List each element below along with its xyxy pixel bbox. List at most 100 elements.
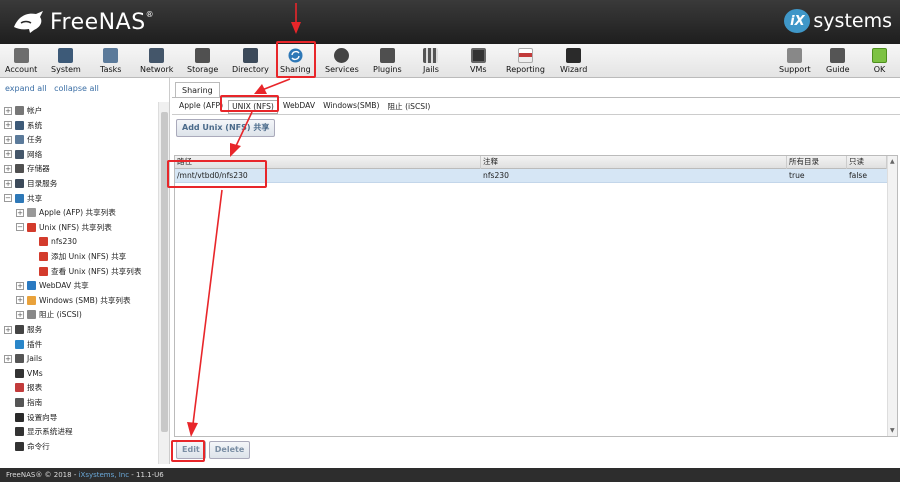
scroll-up-icon[interactable]: ▲	[890, 158, 895, 165]
tree-item-label: 服务	[27, 325, 43, 334]
tree-item[interactable]: + 任务	[4, 133, 42, 146]
tree-expander-icon[interactable]: +	[16, 208, 24, 217]
tab-sharing[interactable]: Sharing	[175, 82, 220, 98]
tree-item[interactable]: + 目录服务	[4, 177, 57, 190]
plugins-icon	[379, 48, 395, 63]
tree-item-label: WebDAV 共享	[39, 281, 89, 291]
tree-item-label: 指南	[27, 398, 43, 407]
toolbar-tasks[interactable]: Tasks	[100, 46, 121, 76]
shell-icon	[15, 441, 24, 451]
toolbar-jails[interactable]: Jails	[423, 46, 439, 76]
tree-item[interactable]: + 存储器	[4, 162, 50, 175]
directory-icon	[15, 179, 24, 188]
tree-item-label: Unix (NFS) 共享列表	[39, 222, 112, 232]
tree-item-label: VMs	[27, 368, 43, 378]
tree-item[interactable]: + WebDAV 共享	[16, 279, 89, 292]
toolbar-account[interactable]: Account	[5, 46, 37, 76]
collapse-all-link[interactable]: collapse all	[54, 84, 99, 93]
subtab-afp[interactable]: Apple (AFP)	[176, 100, 226, 114]
column-header-comment[interactable]: 注释	[481, 156, 787, 169]
toolbar-reporting[interactable]: Reporting	[506, 46, 545, 76]
tree-item[interactable]: + Windows (SMB) 共享列表	[16, 294, 131, 307]
tree-item[interactable]: 报表	[4, 381, 42, 394]
scroll-down-icon[interactable]: ▼	[890, 427, 895, 434]
vms-icon	[470, 48, 486, 63]
tree-item[interactable]: − 共享	[4, 192, 42, 205]
toolbar-guide[interactable]: Guide	[826, 46, 850, 76]
toolbar-services[interactable]: Services	[325, 46, 359, 76]
tree-item[interactable]: + 阻止 (iSCSI)	[16, 308, 82, 321]
subtab-smb[interactable]: Windows(SMB)	[320, 100, 382, 114]
tree-expander-icon[interactable]: +	[16, 281, 24, 290]
tree-item[interactable]: 指南	[4, 396, 42, 409]
guide-icon	[830, 48, 846, 63]
tree-item[interactable]: 显示系统进程	[4, 425, 73, 438]
tree-item[interactable]: 插件	[4, 338, 42, 351]
column-header-readonly[interactable]: 只读	[847, 156, 887, 169]
delete-button[interactable]: Delete	[208, 441, 251, 459]
tree-item[interactable]: + 服务	[4, 323, 42, 336]
toolbar-support[interactable]: Support	[779, 46, 811, 76]
tree-expander-icon[interactable]: +	[4, 121, 12, 130]
tree-item[interactable]: 查看 Unix (NFS) 共享列表	[28, 265, 141, 278]
tree-expander-icon[interactable]: +	[4, 106, 12, 115]
tree-expander-icon[interactable]: −	[16, 223, 24, 232]
tree-item[interactable]: 命令行	[4, 440, 50, 453]
main-toolbar: Account System Tasks Network Storage Dir…	[0, 44, 900, 78]
tree-item[interactable]: + 系统	[4, 119, 42, 132]
toolbar-ok[interactable]: OK	[872, 46, 887, 76]
table-row[interactable]: /mnt/vtbd0/nfs230 nfs230 true false	[175, 169, 887, 183]
tree-item[interactable]: 设置向导	[4, 411, 57, 424]
jails-icon	[423, 48, 439, 63]
tree-item-label: nfs230	[51, 237, 77, 247]
tree-item[interactable]: − Unix (NFS) 共享列表	[16, 221, 112, 234]
sharing-subtabs: Apple (AFP) UNIX (NFS) WebDAV Windows(SM…	[176, 100, 435, 114]
tree-scrollbar[interactable]	[158, 102, 169, 464]
tree-expander-icon[interactable]: +	[4, 135, 12, 144]
tree-item[interactable]: + 网络	[4, 148, 42, 161]
brand-trademark: ®	[145, 10, 154, 19]
grid-scrollbar[interactable]: ▲ ▼	[887, 156, 897, 436]
toolbar-directory[interactable]: Directory	[232, 46, 269, 76]
jails-icon	[15, 354, 24, 364]
subtab-divider	[172, 114, 900, 115]
ixsystems-logo[interactable]: iX systems	[784, 9, 892, 33]
toolbar-wizard[interactable]: Wizard	[560, 46, 587, 76]
tree-item[interactable]: + Apple (AFP) 共享列表	[16, 206, 116, 219]
tree-item[interactable]: 添加 Unix (NFS) 共享	[28, 250, 126, 263]
tree-expander-icon[interactable]: −	[4, 194, 12, 203]
toolbar-system[interactable]: System	[51, 46, 81, 76]
footer-company-link[interactable]: iXsystems, Inc	[79, 471, 130, 479]
tasks-icon	[103, 48, 119, 63]
tree-item[interactable]: nfs230	[28, 235, 77, 248]
toolbar-plugins[interactable]: Plugins	[373, 46, 402, 76]
tree-expander-icon[interactable]: +	[4, 150, 12, 159]
subtab-webdav[interactable]: WebDAV	[280, 100, 318, 114]
toolbar-vms[interactable]: VMs	[470, 46, 487, 76]
add-nfs-share-button[interactable]: Add Unix (NFS) 共享	[176, 119, 276, 137]
cell-readonly: false	[849, 171, 868, 180]
toolbar-network[interactable]: Network	[140, 46, 173, 76]
tree-expander-icon[interactable]: +	[4, 164, 12, 173]
directory-icon	[242, 48, 258, 63]
subtab-iscsi[interactable]: 阻止 (iSCSI)	[384, 100, 433, 114]
brand-name: FreeNAS	[50, 9, 146, 35]
tree-expander-icon[interactable]: +	[4, 179, 12, 188]
tree-item[interactable]: VMs	[4, 367, 43, 380]
tree-item[interactable]: + Jails	[4, 352, 42, 365]
toolbar-storage[interactable]: Storage	[187, 46, 218, 76]
expand-all-link[interactable]: expand all	[5, 84, 47, 93]
tree-expander-icon[interactable]: +	[4, 354, 12, 363]
tree-item-label: 阻止 (iSCSI)	[39, 310, 82, 320]
column-header-all-dirs[interactable]: 所有目录	[787, 156, 847, 169]
wizard-icon	[566, 48, 582, 63]
network-icon	[149, 48, 165, 63]
navigation-panel: expand all collapse all + 帐户 + 系统 + 任务 + 网络 + 存储器…	[0, 78, 170, 464]
tree-item[interactable]: + 帐户	[4, 104, 42, 117]
tree-expander-icon[interactable]: +	[16, 310, 24, 319]
tree-expander-icon[interactable]: +	[4, 325, 12, 334]
freenas-logo[interactable]: FreeNAS ®	[12, 8, 154, 36]
tree-expander-icon[interactable]: +	[16, 296, 24, 305]
